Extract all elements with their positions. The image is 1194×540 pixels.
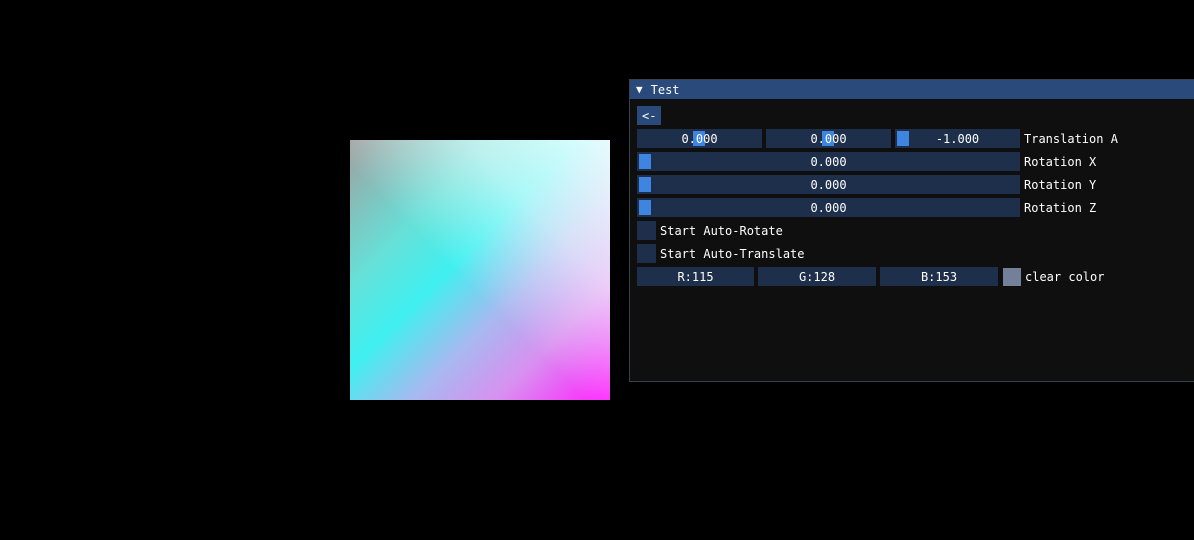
- translation-y-value: 0.000: [810, 131, 847, 146]
- rendered-gradient-quad: [350, 140, 610, 400]
- translation-x-drag[interactable]: 0.000: [637, 129, 762, 148]
- clear-color-r-value: R:115: [677, 269, 714, 284]
- window-title: Test: [650, 82, 680, 97]
- clear-color-r-field[interactable]: R:115: [637, 267, 754, 286]
- rotation-z-label: Rotation Z: [1024, 200, 1097, 215]
- rotation-z-slider[interactable]: 0.000: [637, 198, 1020, 217]
- slider-grab[interactable]: [639, 154, 651, 169]
- clear-color-swatch[interactable]: [1003, 267, 1021, 286]
- auto-translate-checkbox[interactable]: [637, 244, 656, 263]
- translation-y-drag[interactable]: 0.000: [766, 129, 891, 148]
- rotation-y-slider[interactable]: 0.000: [637, 175, 1020, 194]
- rotation-y-value: 0.000: [810, 177, 847, 192]
- test-window[interactable]: ▼ Test <- 0.000 0.000 -1.000 Translation…: [629, 79, 1194, 382]
- rotation-z-value: 0.000: [810, 200, 847, 215]
- translation-z-value: -1.000: [935, 131, 980, 146]
- auto-rotate-label: Start Auto-Rotate: [660, 223, 783, 238]
- window-title-bar[interactable]: ▼ Test: [630, 80, 1194, 99]
- clear-color-b-value: B:153: [920, 269, 958, 284]
- translation-z-drag[interactable]: -1.000: [895, 129, 1020, 148]
- slider-grab[interactable]: [897, 131, 909, 146]
- translation-label: Translation A: [1024, 131, 1118, 146]
- back-button[interactable]: <-: [637, 106, 662, 125]
- rotation-x-slider[interactable]: 0.000: [637, 152, 1020, 171]
- clear-color-g-field[interactable]: G:128: [758, 267, 876, 286]
- slider-grab[interactable]: [639, 177, 651, 192]
- rotation-y-label: Rotation Y: [1024, 177, 1097, 192]
- auto-rotate-checkbox[interactable]: [637, 221, 656, 240]
- clear-color-b-field[interactable]: B:153: [880, 267, 998, 286]
- clear-color-label: clear color: [1025, 269, 1105, 284]
- slider-grab[interactable]: [639, 200, 651, 215]
- rotation-x-value: 0.000: [810, 154, 847, 169]
- auto-translate-label: Start Auto-Translate: [660, 246, 805, 261]
- clear-color-g-value: G:128: [798, 269, 836, 284]
- rotation-x-label: Rotation X: [1024, 154, 1097, 169]
- triangle-down-icon[interactable]: ▼: [636, 83, 643, 96]
- translation-x-value: 0.000: [681, 131, 718, 146]
